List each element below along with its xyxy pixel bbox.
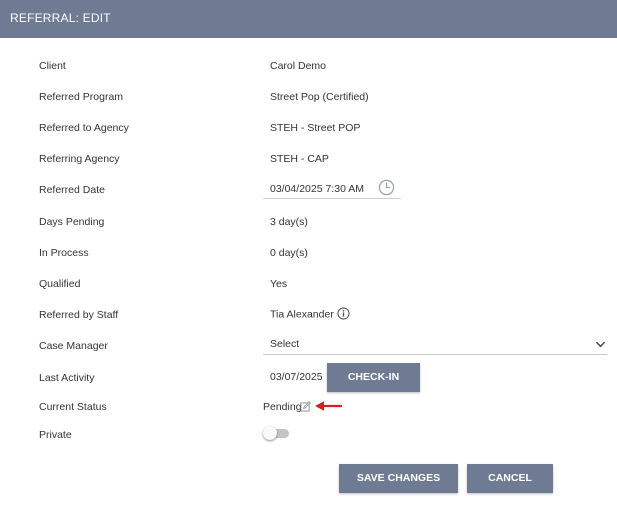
referring-agency-label: Referring Agency <box>39 153 120 165</box>
client-value: Carol Demo <box>270 60 327 72</box>
referred-program-value: Street Pop (Certified) <box>270 91 369 103</box>
case-manager-selected: Select <box>270 338 300 350</box>
check-in-button[interactable]: CHECK-IN <box>327 363 420 392</box>
toggle-knob <box>263 426 277 440</box>
referred-date-label: Referred Date <box>39 184 105 196</box>
current-status-value: Pending <box>263 401 302 413</box>
last-activity-value: 03/07/2025 <box>270 371 323 383</box>
days-pending-value: 3 day(s) <box>270 216 308 228</box>
edit-icon[interactable] <box>300 401 311 412</box>
referring-agency-value: STEH - CAP <box>270 153 329 165</box>
cancel-button[interactable]: CANCEL <box>467 464 553 493</box>
referred-by-staff-label: Referred by Staff <box>39 309 119 321</box>
private-toggle[interactable] <box>263 426 289 440</box>
page-title: REFERRAL: EDIT <box>10 11 111 25</box>
referred-by-staff-value: Tia Alexander <box>270 308 334 321</box>
case-manager-label: Case Manager <box>39 340 108 352</box>
case-manager-select[interactable]: Select <box>263 334 607 355</box>
client-label: Client <box>39 60 66 72</box>
referred-to-agency-label: Referred to Agency <box>39 122 129 134</box>
private-label: Private <box>39 429 72 441</box>
days-pending-label: Days Pending <box>39 216 105 228</box>
info-icon[interactable] <box>337 307 350 320</box>
in-process-label: In Process <box>39 247 89 259</box>
clock-icon[interactable] <box>378 179 395 196</box>
current-status-label: Current Status <box>39 401 107 413</box>
referred-by-staff-row: Tia Alexander <box>270 307 350 321</box>
last-activity-label: Last Activity <box>39 372 95 384</box>
qualified-label: Qualified <box>39 278 81 290</box>
red-arrow-icon <box>315 401 343 411</box>
qualified-value: Yes <box>270 278 288 290</box>
referred-program-label: Referred Program <box>39 91 124 103</box>
page-header: REFERRAL: EDIT <box>0 0 617 38</box>
chevron-down-icon <box>596 341 605 348</box>
save-changes-button[interactable]: SAVE CHANGES <box>339 464 458 493</box>
referred-date-value: 03/04/2025 7:30 AM <box>270 183 364 195</box>
referred-to-agency-value: STEH - Street POP <box>270 122 361 134</box>
in-process-value: 0 day(s) <box>270 247 308 259</box>
